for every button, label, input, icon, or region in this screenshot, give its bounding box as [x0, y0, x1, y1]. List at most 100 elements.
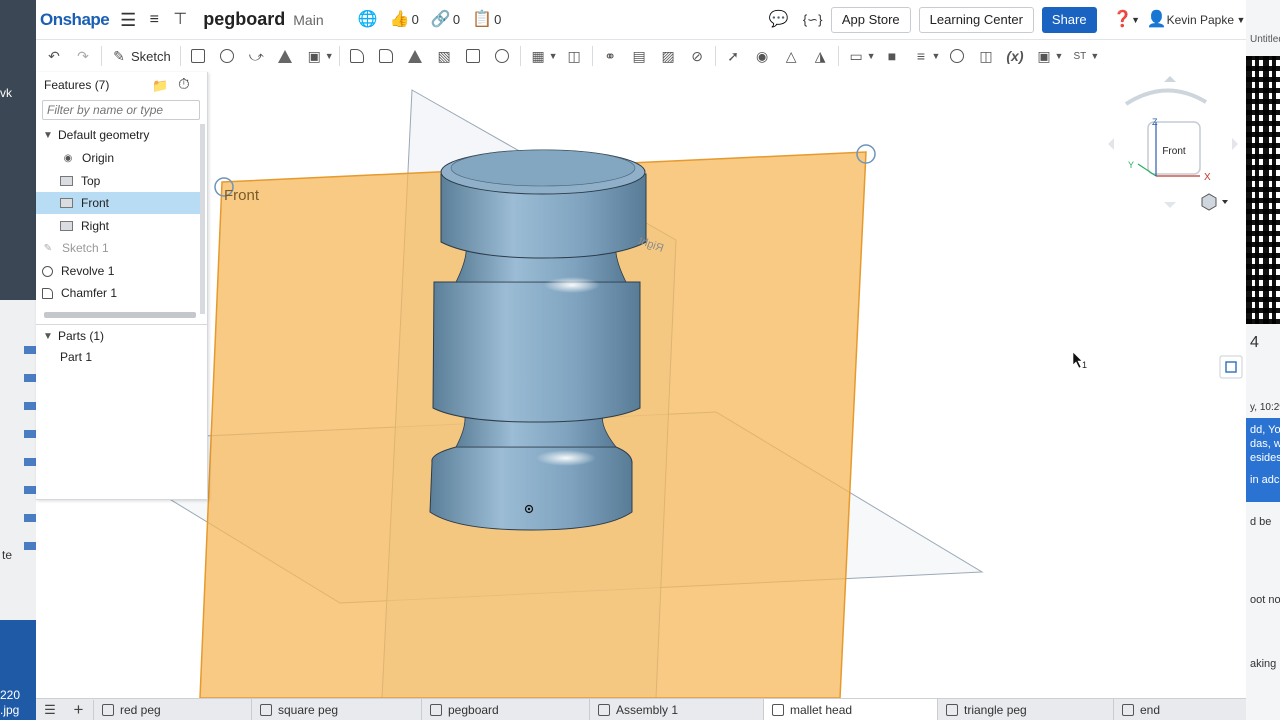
avatar-icon[interactable]: 👤: [1147, 11, 1167, 29]
transform-icon[interactable]: ▨: [658, 46, 678, 66]
part-label: Part 1: [60, 350, 93, 364]
rib-icon[interactable]: ▧: [434, 46, 454, 66]
vertical-scrollbar[interactable]: [200, 124, 205, 314]
feature-item-origin[interactable]: ◉ Origin: [36, 147, 200, 169]
onshape-logo[interactable]: Onshape: [40, 10, 110, 30]
feature-item-front[interactable]: Front: [36, 192, 200, 214]
chevron-down-icon[interactable]: ▼: [1131, 11, 1141, 29]
tab-end[interactable]: end: [1114, 699, 1246, 720]
tab-mallet-head[interactable]: mallet head: [764, 699, 938, 720]
insert-icon[interactable]: ⊤: [171, 11, 189, 29]
named-views-icon[interactable]: [1219, 355, 1243, 379]
chevron-down-icon[interactable]: ▼: [325, 51, 334, 61]
undo-icon[interactable]: ↶: [44, 46, 64, 66]
feature-item-right[interactable]: Right: [36, 215, 200, 237]
scene-svg[interactable]: Front Right Front X Y Z 1: [36, 72, 1246, 698]
fillet-icon[interactable]: [347, 46, 367, 66]
learning-center-button[interactable]: Learning Center: [918, 6, 1034, 33]
chat-bubble: dd, Yo das, wa esides in adc: [1246, 418, 1280, 502]
chevron-down-icon[interactable]: ▼: [42, 129, 54, 141]
copy-icon[interactable]: 📋: [472, 11, 492, 29]
feature-list-scrollbar[interactable]: [44, 312, 196, 318]
cursor-subscript: 1: [1082, 360, 1087, 370]
part-studio-icon: [260, 703, 272, 716]
helix-icon[interactable]: ≡: [911, 46, 931, 66]
chevron-down-icon[interactable]: ▼: [1090, 51, 1099, 61]
draft-icon[interactable]: [405, 46, 425, 66]
tab-triangle-peg[interactable]: triangle peg: [938, 699, 1114, 720]
add-folder-icon[interactable]: 📁: [152, 78, 168, 94]
graphics-viewport[interactable]: Front Right Front X Y Z 1: [36, 72, 1246, 698]
document-tree-icon[interactable]: ≡: [145, 11, 163, 29]
chevron-down-icon[interactable]: ▼: [1054, 51, 1063, 61]
feature-item-top[interactable]: Top: [36, 170, 200, 192]
boolean-icon[interactable]: ⚭: [600, 46, 620, 66]
plane-icon[interactable]: ▭: [846, 46, 866, 66]
chevron-down-icon[interactable]: ▼: [867, 51, 876, 61]
hamburger-menu-icon[interactable]: ☰: [119, 11, 137, 29]
delete-part-icon[interactable]: ⊘: [687, 46, 707, 66]
parts-title: Parts (1): [58, 329, 105, 343]
feature-item-revolve-1[interactable]: Revolve 1: [36, 260, 200, 282]
part-item[interactable]: Part 1: [36, 346, 200, 368]
feature-item-sketch-1[interactable]: ✎ Sketch 1: [36, 237, 200, 259]
user-name[interactable]: Kevin Papke: [1167, 13, 1234, 27]
tab-label: pegboard: [448, 702, 499, 717]
tab-assembly-1[interactable]: Assembly 1: [590, 699, 764, 720]
modify-fillet-icon[interactable]: ➚: [723, 46, 743, 66]
chevron-down-icon[interactable]: ▼: [42, 330, 54, 342]
extrude-icon[interactable]: [188, 46, 208, 66]
loft-icon[interactable]: [275, 46, 295, 66]
view-cube[interactable]: Front X Y Z: [1108, 76, 1238, 208]
globe-icon[interactable]: 🌐: [358, 11, 378, 29]
tab-red-peg[interactable]: red peg: [94, 699, 252, 720]
pattern-icon[interactable]: ▦: [528, 46, 548, 66]
sketch-pencil-icon[interactable]: ✎: [109, 46, 129, 66]
view-options-icon[interactable]: [1201, 193, 1228, 211]
replace-face-icon[interactable]: ◮: [810, 46, 830, 66]
feature-item-chamfer-1[interactable]: Chamfer 1: [36, 282, 200, 304]
delete-face-icon[interactable]: ◉: [752, 46, 772, 66]
front-plane-label: Front: [224, 187, 260, 204]
app-store-button[interactable]: App Store: [830, 6, 911, 33]
measure-icon[interactable]: [947, 46, 967, 66]
link-icon[interactable]: 🔗: [431, 11, 451, 29]
default-geometry-folder[interactable]: ▼ Default geometry: [36, 124, 200, 146]
mirror-icon[interactable]: ◫: [564, 46, 584, 66]
part-mallet-head[interactable]: [429, 149, 647, 531]
tab-pegboard[interactable]: pegboard: [422, 699, 590, 720]
thicken-icon[interactable]: ▣: [304, 46, 324, 66]
mate-connector-icon[interactable]: ■: [882, 46, 902, 66]
rollback-timer-icon[interactable]: ⏱: [178, 76, 190, 93]
split-icon[interactable]: ▤: [629, 46, 649, 66]
chevron-down-icon[interactable]: ▼: [549, 51, 558, 61]
tab-manager-icon[interactable]: ☰: [36, 702, 64, 718]
like-icon[interactable]: 👍: [390, 11, 410, 29]
help-icon[interactable]: ❓: [1113, 11, 1133, 29]
view-cube-face[interactable]: Front: [1162, 146, 1186, 157]
feature-filter-input[interactable]: [42, 100, 200, 120]
section-view-icon[interactable]: ◫: [976, 46, 996, 66]
variables-icon[interactable]: {∽}: [803, 11, 823, 29]
chamfer-icon[interactable]: [376, 46, 396, 66]
shell-icon[interactable]: [463, 46, 483, 66]
revolve-icon[interactable]: [217, 46, 237, 66]
comments-icon[interactable]: 💬: [769, 11, 789, 29]
sketch-button[interactable]: Sketch: [131, 49, 171, 64]
share-button[interactable]: Share: [1041, 6, 1097, 33]
move-face-icon[interactable]: △: [781, 46, 801, 66]
desktop-bar: [24, 514, 36, 522]
redo-icon[interactable]: ↷: [73, 46, 93, 66]
variable-icon[interactable]: (x): [1005, 46, 1025, 66]
chevron-down-icon[interactable]: ▼: [932, 51, 941, 61]
add-tab-icon[interactable]: +: [64, 699, 94, 720]
document-name[interactable]: pegboard: [203, 9, 285, 30]
featurescript-icon[interactable]: ST: [1070, 46, 1090, 66]
sweep-icon[interactable]: ⤻: [246, 46, 266, 66]
chevron-down-icon[interactable]: ▼: [1236, 11, 1246, 29]
parts-folder[interactable]: ▼ Parts (1): [36, 325, 200, 347]
tab-square-peg[interactable]: square peg: [252, 699, 422, 720]
custom-feature-icon[interactable]: ▣: [1034, 46, 1054, 66]
branch-name[interactable]: Main: [293, 12, 323, 28]
hole-icon[interactable]: [492, 46, 512, 66]
